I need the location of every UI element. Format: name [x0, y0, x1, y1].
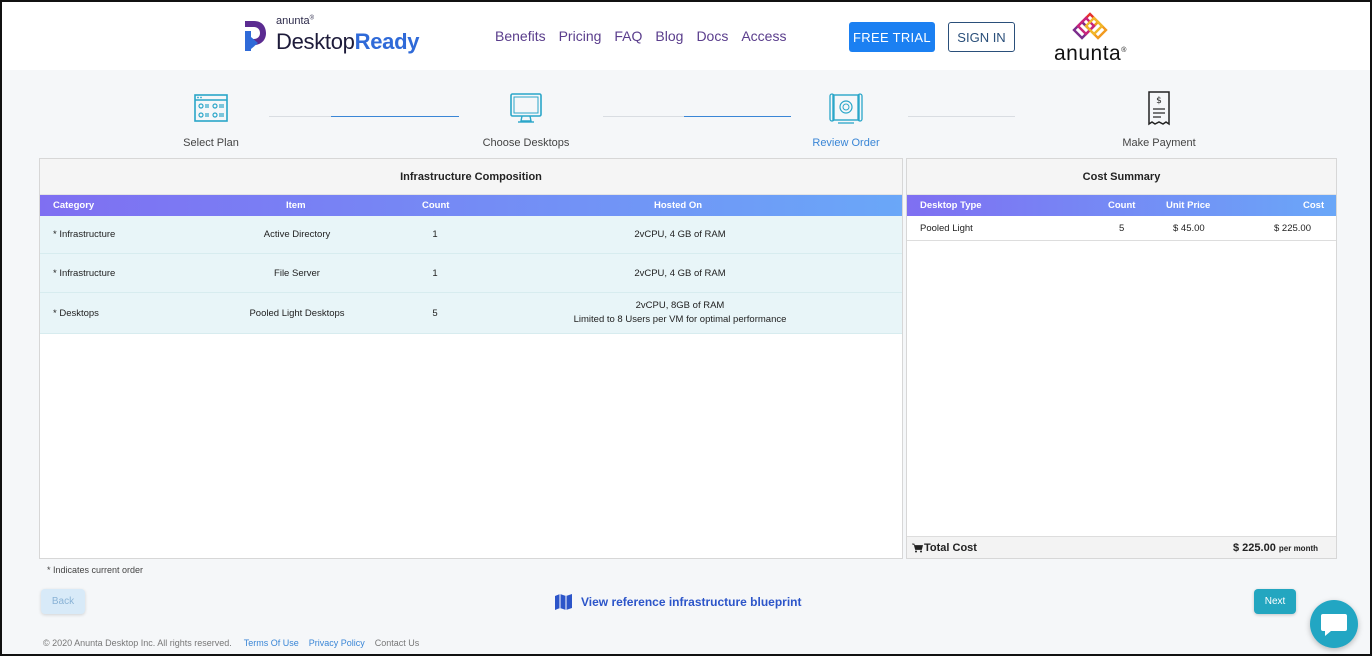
- step-review-order[interactable]: Review Order: [812, 90, 880, 149]
- checkout-steps: Select Plan Choose Desktops Review Order…: [2, 70, 1370, 158]
- total-cost-label: Total Cost: [924, 542, 977, 554]
- column-header: Cost: [1303, 200, 1325, 211]
- step-make-payment[interactable]: $ Make Payment: [1122, 90, 1196, 149]
- hosted-on-cell: 2vCPU, 4 GB of RAM: [634, 268, 726, 279]
- count-cell: 5: [432, 308, 438, 319]
- column-header: Category: [53, 200, 95, 211]
- blueprint-icon: [829, 93, 863, 124]
- cost-table-header: Desktop Type Count Unit Price Cost: [907, 195, 1336, 216]
- blueprint-link-text: View reference infrastructure blueprint: [581, 595, 802, 609]
- cost-cell: $ 225.00: [1274, 223, 1311, 234]
- count-cell: 1: [432, 268, 438, 279]
- current-order-note: * Indicates current order: [47, 565, 144, 575]
- panel-title: Cost Summary: [907, 159, 1336, 195]
- svg-text:$: $: [1156, 96, 1162, 106]
- total-cost-value: $ 225.00 per month: [1233, 542, 1318, 554]
- table-row: * Infrastructure Active Directory 1 2vCP…: [40, 216, 902, 254]
- chat-bubble-icon: [1321, 614, 1347, 636]
- category-cell: * Infrastructure: [53, 268, 116, 279]
- step-connector: [908, 116, 1015, 117]
- receipt-icon: $: [1148, 91, 1170, 126]
- blueprint-link[interactable]: View reference infrastructure blueprint: [555, 594, 802, 610]
- unit-price-cell: $ 45.00: [1173, 223, 1205, 234]
- step-label: Make Payment: [1122, 137, 1196, 149]
- terms-link[interactable]: Terms Of Use: [244, 638, 299, 648]
- table-row: * Desktops Pooled Light Desktops 5 2vCPU…: [40, 293, 902, 334]
- free-trial-button[interactable]: FREE TRIAL: [849, 22, 935, 52]
- step-choose-desktops[interactable]: Choose Desktops: [482, 90, 570, 149]
- step-select-plan[interactable]: Select Plan: [183, 90, 239, 149]
- column-header: Hosted On: [654, 200, 703, 211]
- column-header: Desktop Type: [920, 200, 982, 211]
- monitor-icon: [510, 93, 542, 123]
- cart-icon: [912, 543, 923, 553]
- privacy-link[interactable]: Privacy Policy: [309, 638, 365, 648]
- sign-in-button[interactable]: SIGN IN: [948, 22, 1015, 52]
- count-cell: 5: [1119, 223, 1125, 234]
- desktopready-logo-icon: [245, 21, 266, 51]
- hosted-on-cell: 2vCPU, 4 GB of RAM: [634, 229, 726, 240]
- count-cell: 1: [432, 229, 438, 240]
- anunta-logo: anunta®: [1054, 12, 1134, 65]
- total-cost-bar: Total Cost $ 225.00 per month: [907, 536, 1336, 558]
- infra-table-header: Category Item Count Hosted On: [40, 195, 902, 216]
- chat-button[interactable]: [1310, 600, 1358, 648]
- copyright-text: © 2020 Anunta Desktop Inc. All rights re…: [43, 638, 232, 648]
- step-label: Select Plan: [183, 137, 239, 149]
- column-header: Unit Price: [1166, 200, 1211, 211]
- nav-access[interactable]: Access: [741, 28, 786, 44]
- browser-grid-icon: [194, 94, 228, 122]
- category-cell: * Desktops: [53, 308, 99, 319]
- category-cell: * Infrastructure: [53, 229, 116, 240]
- panel-title: Infrastructure Composition: [40, 159, 902, 195]
- contact-link[interactable]: Contact Us: [375, 638, 420, 648]
- step-label: Review Order: [812, 137, 880, 149]
- column-header: Count: [422, 200, 450, 211]
- anunta-knot-icon: [1072, 12, 1108, 40]
- nav-pricing[interactable]: Pricing: [559, 28, 602, 44]
- top-header: anunta® DesktopReady Benefits Pricing FA…: [2, 2, 1370, 70]
- hosted-on-note: Limited to 8 Users per VM for optimal pe…: [573, 314, 787, 325]
- step-connector: [269, 116, 459, 117]
- step-label: Choose Desktops: [482, 137, 570, 149]
- nav-blog[interactable]: Blog: [655, 28, 683, 44]
- anunta-logo-text: anunta®: [1054, 42, 1127, 65]
- column-header: Count: [1108, 200, 1136, 211]
- main-nav: Benefits Pricing FAQ Blog Docs Access: [495, 28, 786, 44]
- step-connector: [603, 116, 791, 117]
- table-row: * Infrastructure File Server 1 2vCPU, 4 …: [40, 254, 902, 293]
- map-icon: [555, 594, 572, 610]
- item-cell: Active Directory: [263, 229, 331, 240]
- cost-summary-panel: Cost Summary Desktop Type Count Unit Pri…: [906, 158, 1337, 559]
- nav-faq[interactable]: FAQ: [614, 28, 642, 44]
- nav-benefits[interactable]: Benefits: [495, 28, 546, 44]
- brand-name: DesktopReady: [276, 29, 420, 54]
- hosted-on-cell: 2vCPU, 8GB of RAM: [635, 300, 725, 311]
- item-cell: File Server: [274, 268, 320, 279]
- infrastructure-panel: Infrastructure Composition Category Item…: [39, 158, 903, 559]
- back-button[interactable]: Back: [41, 589, 85, 614]
- desktopready-logo[interactable]: anunta® DesktopReady: [242, 15, 419, 56]
- item-cell: Pooled Light Desktops: [249, 308, 345, 319]
- next-button[interactable]: Next: [1254, 589, 1296, 614]
- desktop-type-cell: Pooled Light: [920, 223, 973, 234]
- footer: © 2020 Anunta Desktop Inc. All rights re…: [43, 638, 419, 648]
- brand-small-text: anunta®: [276, 15, 315, 27]
- table-row: Pooled Light 5 $ 45.00 $ 225.00: [907, 216, 1336, 241]
- column-header: Item: [286, 200, 306, 211]
- nav-docs[interactable]: Docs: [696, 28, 728, 44]
